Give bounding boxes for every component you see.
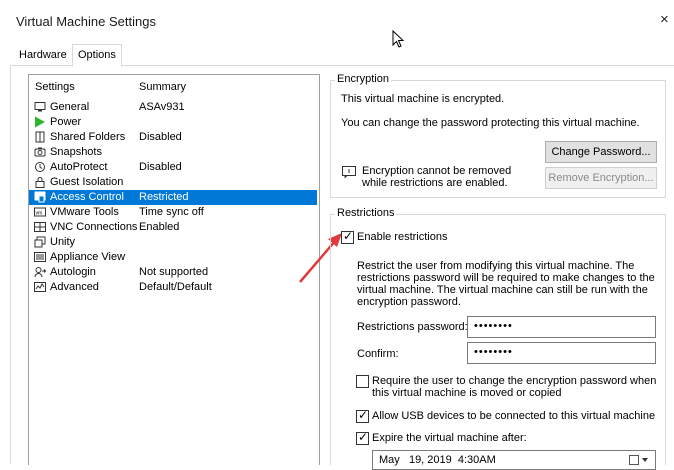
settings-row-vnc-connections[interactable]: VNC Connections Enabled <box>29 220 317 235</box>
allow-usb-label: Allow USB devices to be connected to thi… <box>372 410 656 422</box>
restrictions-group-title: Restrictions <box>335 207 397 219</box>
expire-checkbox[interactable]: ✓ <box>356 430 369 445</box>
restrictions-desc-line: Restrict the user from modifying this vi… <box>357 260 635 272</box>
expire-date-value: May 19, 2019 4:30AM <box>379 454 496 466</box>
svg-text:vm: vm <box>36 211 43 217</box>
autologin-icon <box>34 267 46 278</box>
power-icon <box>35 116 45 128</box>
settings-row-appliance-view[interactable]: Appliance View <box>29 250 317 265</box>
remove-encryption-button[interactable]: Remove Encryption... <box>545 167 657 189</box>
settings-row-guest-isolation[interactable]: Guest Isolation <box>29 175 317 190</box>
enable-restrictions-label: Enable restrictions <box>357 231 448 243</box>
shared-folders-icon <box>35 131 45 143</box>
settings-row-label: VMware Tools <box>50 206 119 218</box>
guest-isolation-icon <box>35 177 45 188</box>
advanced-icon <box>34 282 46 292</box>
settings-row-label: General <box>50 101 90 113</box>
window-title: Virtual Machine Settings <box>16 14 156 29</box>
settings-row-summary: Restricted <box>139 191 189 203</box>
encryption-note-line2: while restrictions are enabled. <box>362 177 508 189</box>
restrictions-password-label: Restrictions password: <box>357 321 468 333</box>
expire-date-picker[interactable]: May 19, 2019 4:30AM <box>372 450 656 470</box>
settings-row-unity[interactable]: Unity <box>29 235 317 250</box>
col-header-summary: Summary <box>139 81 187 93</box>
access-control-icon <box>34 191 46 203</box>
settings-row-autoprotect[interactable]: AutoProtect Disabled <box>29 160 317 175</box>
settings-row-summary: ASAv931 <box>139 101 185 113</box>
enable-restrictions-checkbox[interactable]: ✓ <box>341 229 354 244</box>
general-icon <box>34 102 46 112</box>
restrictions-password-field[interactable]: •••••••• <box>467 316 656 338</box>
settings-row-summary: Not supported <box>139 266 209 278</box>
allow-usb-checkbox[interactable]: ✓ <box>356 408 369 423</box>
expire-label: Expire the virtual machine after: <box>372 432 527 444</box>
restrictions-desc-line: virtual machine. The virtual machine can… <box>357 284 648 296</box>
appliance-view-icon <box>34 252 46 262</box>
settings-row-label: Guest Isolation <box>50 176 124 188</box>
settings-row-label: Advanced <box>50 281 99 293</box>
tab-options[interactable]: Options <box>72 44 122 67</box>
tab-hardware[interactable]: Hardware <box>14 46 72 65</box>
settings-row-summary: Default/Default <box>139 281 212 293</box>
info-icon <box>342 166 356 178</box>
settings-row-autologin[interactable]: Autologin Not supported <box>29 265 317 280</box>
settings-row-label: AutoProtect <box>50 161 108 173</box>
encryption-change-info: You can change the password protecting t… <box>341 117 640 129</box>
settings-row-general[interactable]: General ASAv931 <box>29 100 317 115</box>
settings-row-vmware-tools[interactable]: vm VMware Tools Time sync off <box>29 205 317 220</box>
settings-row-label: Access Control <box>50 191 124 203</box>
restrictions-desc-line: encryption password. <box>357 296 461 308</box>
require-change-label-line2: this virtual machine is moved or copied <box>372 387 562 399</box>
encryption-note-line1: Encryption cannot be removed <box>362 165 512 177</box>
confirm-password-field[interactable]: •••••••• <box>467 342 656 364</box>
change-password-button[interactable]: Change Password... <box>545 141 657 163</box>
settings-row-power[interactable]: Power <box>29 115 317 130</box>
confirm-label: Confirm: <box>357 348 399 360</box>
settings-row-summary: Disabled <box>139 161 182 173</box>
settings-row-label: Unity <box>50 236 76 248</box>
mouse-cursor-icon <box>392 30 405 48</box>
list-header: Settings Summary <box>29 81 319 95</box>
encryption-group-title: Encryption <box>335 73 391 85</box>
settings-row-label: Snapshots <box>50 146 102 158</box>
settings-row-label: Autologin <box>50 266 96 278</box>
vnc-icon <box>34 222 46 232</box>
settings-row-label: Shared Folders <box>50 131 126 143</box>
settings-row-advanced[interactable]: Advanced Default/Default <box>29 280 317 295</box>
settings-row-summary: Disabled <box>139 131 182 143</box>
close-icon[interactable]: × <box>660 11 669 28</box>
restrictions-group <box>330 214 666 465</box>
confirm-value: •••••••• <box>474 346 513 358</box>
settings-row-label: Power <box>50 116 82 128</box>
restrictions-desc-line: restrictions password will be required t… <box>357 272 655 284</box>
settings-list[interactable]: Settings Summary General ASAv931 Power S… <box>28 74 320 465</box>
settings-row-summary: Enabled <box>139 221 180 233</box>
require-password-change-checkbox[interactable] <box>356 375 369 388</box>
settings-row-summary: Time sync off <box>139 206 204 218</box>
settings-row-shared-folders[interactable]: Shared Folders Disabled <box>29 130 317 145</box>
col-header-settings: Settings <box>35 81 75 93</box>
password-value: •••••••• <box>474 320 513 332</box>
settings-row-label: VNC Connections <box>50 221 138 233</box>
settings-row-label: Appliance View <box>50 251 126 263</box>
unity-icon <box>34 236 46 248</box>
settings-row-access-control[interactable]: Access Control Restricted <box>29 190 317 205</box>
encryption-status-text: This virtual machine is encrypted. <box>341 93 505 105</box>
settings-row-snapshots[interactable]: Snapshots <box>29 145 317 160</box>
vmware-tools-icon: vm <box>34 207 46 217</box>
autoprotect-icon <box>35 162 45 172</box>
snapshots-icon <box>34 147 46 157</box>
require-change-label-line1: Require the user to change the encryptio… <box>372 375 657 387</box>
